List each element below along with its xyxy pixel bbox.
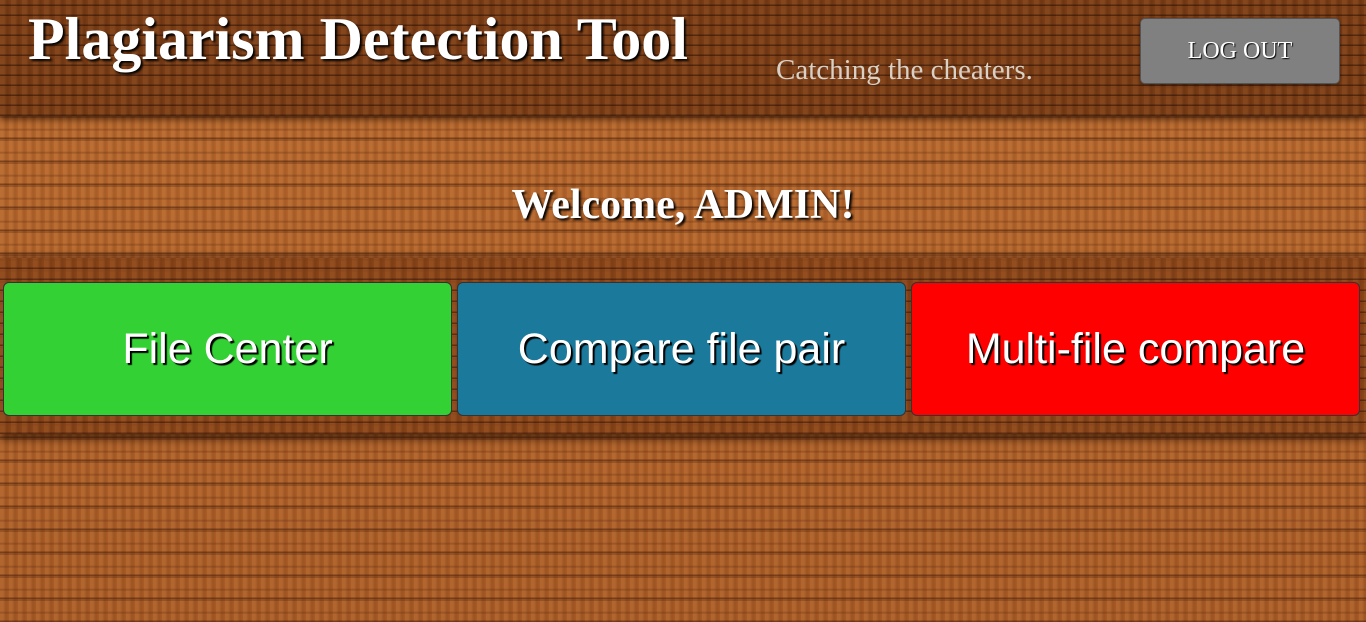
file-center-button[interactable]: File Center: [3, 282, 452, 416]
multi-file-compare-button[interactable]: Multi-file compare: [911, 282, 1360, 416]
welcome-message: Welcome, ADMIN!: [511, 182, 855, 228]
compare-file-pair-button[interactable]: Compare file pair: [457, 282, 906, 416]
main-navigation: File Center Compare file pair Multi-file…: [0, 258, 1366, 434]
tagline: Catching the cheaters.: [776, 54, 1033, 86]
app-title: Plagiarism Detection Tool: [28, 6, 688, 72]
header-bar: Plagiarism Detection Tool Catching the c…: [0, 0, 1366, 116]
logout-button[interactable]: LOG OUT: [1140, 18, 1340, 84]
